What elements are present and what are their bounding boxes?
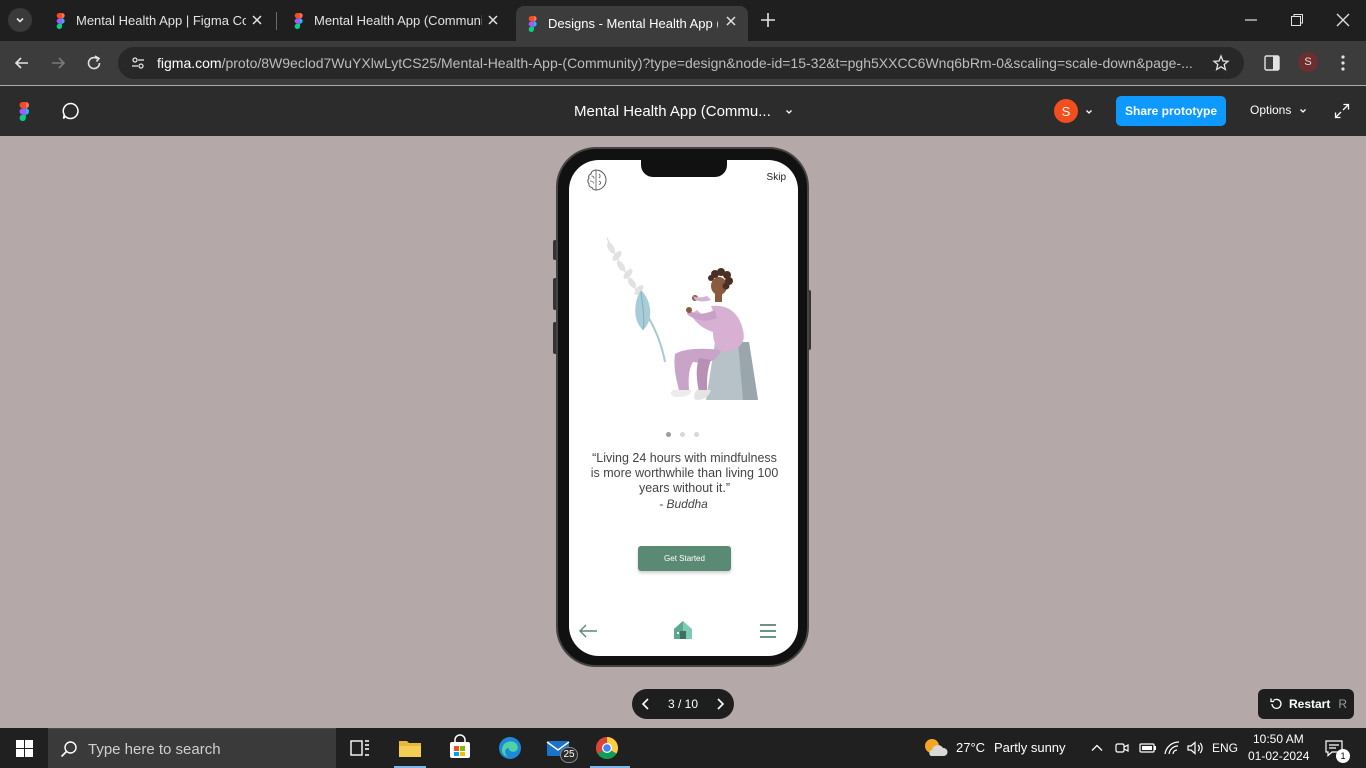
skip-link[interactable]: Skip [767, 172, 786, 183]
browser-tab-2[interactable]: Mental Health App (Community [282, 0, 510, 41]
windows-start-icon[interactable] [16, 740, 33, 757]
search-placeholder: Type here to search [88, 741, 221, 758]
quote-text: “Living 24 hours with mindfulness is mor… [590, 451, 779, 495]
close-icon[interactable] [250, 13, 264, 27]
tab-title: Designs - Mental Health App (C [548, 16, 718, 31]
meditation-illustration [606, 237, 758, 400]
mail-unread-badge: 25 [560, 747, 578, 763]
restore-icon[interactable] [1289, 12, 1305, 28]
browser-toolbar: figma.com/proto/8W9eclod7WuYXlwLytCS25/M… [0, 41, 1366, 85]
volume-icon[interactable] [1186, 740, 1204, 756]
chevron-down-icon[interactable] [1084, 107, 1094, 117]
figma-logo-icon [294, 12, 303, 29]
url-text: figma.com/proto/8W9eclod7WuYXlwLytCS25/M… [157, 55, 1207, 71]
notification-count-badge: 1 [1336, 749, 1350, 763]
clock-date[interactable]: 01-02-2024 [1248, 749, 1309, 763]
minimize-icon[interactable] [1243, 12, 1259, 28]
browser-tab-3-active[interactable]: Designs - Mental Health App (C [516, 6, 748, 41]
back-arrow-icon[interactable] [12, 53, 32, 73]
carousel-dot[interactable] [666, 432, 671, 437]
prototype-bottom-nav [569, 615, 798, 655]
meet-now-icon[interactable] [1114, 740, 1130, 756]
restart-shortcut: R [1338, 697, 1348, 711]
close-icon[interactable] [486, 13, 500, 27]
get-started-button[interactable]: Get Started [638, 546, 731, 571]
carousel-dots [666, 432, 699, 437]
carousel-dot[interactable] [694, 432, 699, 437]
taskbar-search-box[interactable]: Type here to search [48, 728, 336, 768]
battery-icon[interactable] [1139, 740, 1157, 756]
weather-partly-sunny-icon[interactable] [922, 736, 948, 760]
chevron-down-icon[interactable] [784, 107, 794, 117]
window-close-icon[interactable] [1335, 12, 1351, 28]
file-title[interactable]: Mental Health App (Commu... [574, 103, 771, 120]
microsoft-store-icon[interactable] [446, 734, 474, 762]
figma-prototype-header: Mental Health App (Commu... S Share prot… [0, 86, 1366, 136]
edge-browser-icon[interactable] [496, 734, 524, 762]
clock-time[interactable]: 10:50 AM [1253, 732, 1304, 746]
carousel-dot[interactable] [680, 432, 685, 437]
search-icon [60, 741, 77, 758]
comment-icon[interactable] [61, 101, 81, 121]
brain-logo-icon [587, 169, 607, 191]
address-bar[interactable]: figma.com/proto/8W9eclod7WuYXlwLytCS25/M… [118, 47, 1244, 79]
back-arrow-icon[interactable] [577, 623, 599, 639]
side-panel-icon[interactable] [1263, 54, 1281, 72]
url-path: /proto/8W9eclod7WuYXlwLytCS25/Mental-Hea… [221, 55, 1193, 71]
share-prototype-button[interactable]: Share prototype [1116, 96, 1226, 126]
tab-search-button[interactable] [8, 8, 32, 32]
fullscreen-expand-icon[interactable] [1334, 103, 1350, 119]
hamburger-menu-icon[interactable] [759, 623, 777, 639]
new-tab-icon[interactable] [758, 10, 778, 30]
close-icon[interactable] [724, 14, 738, 28]
weather-condition[interactable]: Partly sunny [994, 740, 1066, 755]
tab-title: Mental Health App | Figma Com [76, 13, 246, 28]
restart-icon [1270, 698, 1282, 709]
phone-frame: Skip “Living 24 hours with mindfulness i… [556, 147, 809, 667]
options-menu-button[interactable]: Options [1250, 103, 1308, 117]
collaborator-avatar[interactable]: S [1054, 99, 1078, 123]
reload-icon[interactable] [84, 53, 104, 73]
file-explorer-icon[interactable] [396, 734, 424, 762]
windows-taskbar: Type here to search 25 27°C Partly sunny… [0, 728, 1366, 768]
tab-title: Mental Health App (Community [314, 13, 482, 28]
site-info-icon[interactable] [130, 55, 146, 71]
chevron-up-icon[interactable] [1090, 741, 1104, 755]
url-host: figma.com [157, 55, 222, 71]
frame-pager: 3 / 10 [632, 689, 734, 719]
input-language[interactable]: ENG [1212, 741, 1238, 755]
wifi-icon[interactable] [1163, 740, 1181, 756]
tab-separator [276, 12, 277, 30]
home-icon[interactable] [672, 619, 694, 641]
browser-tab-strip: Mental Health App | Figma Com Mental Hea… [0, 0, 1366, 41]
bookmark-star-icon[interactable] [1212, 54, 1230, 72]
forward-arrow-icon[interactable] [48, 53, 68, 73]
phone-notch [641, 160, 727, 177]
figma-logo-icon [56, 12, 65, 29]
chevron-down-icon [16, 17, 24, 23]
figma-logo-icon[interactable] [17, 102, 30, 121]
options-label: Options [1250, 103, 1292, 117]
restart-label: Restart [1289, 697, 1331, 711]
quote-author: - Buddha [659, 497, 708, 511]
restart-button[interactable]: Restart R [1258, 689, 1354, 719]
profile-avatar[interactable]: S [1298, 52, 1318, 72]
task-view-icon[interactable] [346, 734, 374, 762]
chevron-down-icon [1299, 108, 1306, 113]
chrome-browser-icon[interactable] [593, 734, 621, 762]
kebab-menu-icon[interactable] [1335, 54, 1351, 72]
prototype-screen: Skip “Living 24 hours with mindfulness i… [569, 160, 798, 656]
browser-tab-1[interactable]: Mental Health App | Figma Com [44, 0, 274, 41]
weather-temperature[interactable]: 27°C [956, 740, 985, 755]
chevron-right-icon[interactable] [712, 696, 728, 712]
figma-logo-icon [528, 15, 537, 32]
